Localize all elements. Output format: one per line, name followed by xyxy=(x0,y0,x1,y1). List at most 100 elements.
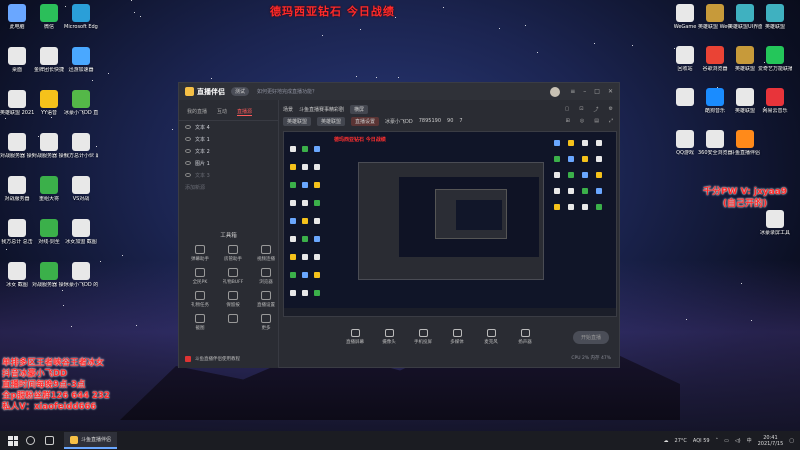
tool-item[interactable]: 弹幕助手 xyxy=(185,245,215,262)
desktop-icon[interactable]: 英雄联盟UI界面 xyxy=(728,4,762,30)
grid-icon[interactable]: ⊞ xyxy=(566,118,570,124)
desktop-icon[interactable]: 英雄联盟 2021051... xyxy=(0,90,34,116)
desktop-icon[interactable]: YY语音 xyxy=(32,90,66,116)
start-live-button[interactable]: 开始直播 xyxy=(572,330,609,344)
desktop-icon[interactable]: 英雄联盟 xyxy=(728,88,762,114)
tool-item[interactable]: 视频连播 xyxy=(251,245,281,262)
desktop-icon[interactable]: WeGame xyxy=(668,4,702,30)
desktop-icon[interactable]: 英雄联盟 xyxy=(728,46,762,72)
tool-item[interactable]: 直播设置 xyxy=(251,291,281,308)
mobile-icon[interactable]: ▢ xyxy=(565,106,570,113)
source-item[interactable]: 文本 3 xyxy=(179,169,278,181)
desktop-icon[interactable]: 英雄联盟 WeGame版 xyxy=(698,4,732,30)
avatar[interactable] xyxy=(550,86,561,97)
media-button[interactable]: 多媒体 xyxy=(445,329,469,345)
desktop-icon[interactable]: 微信 xyxy=(32,4,66,30)
scene-tag[interactable]: 横屏 xyxy=(350,104,369,114)
settings-icon[interactable]: ⚙ xyxy=(609,106,613,113)
eye-icon[interactable] xyxy=(185,149,191,153)
tool-item[interactable]: 截图 xyxy=(185,314,215,331)
volume-icon[interactable]: ◁) xyxy=(735,438,741,444)
preview-canvas[interactable]: 德玛西亚钻石 今日战绩 xyxy=(283,131,617,317)
source-item[interactable]: 文本 2 xyxy=(179,145,278,157)
desktop-icon[interactable]: QQ游戏 xyxy=(668,130,702,156)
desktop-icon[interactable]: Microsoft Edge xyxy=(64,4,98,30)
desktop-icon[interactable]: 回收站 xyxy=(668,46,702,72)
desktop-icon[interactable]: 对战服务器 操作开团... xyxy=(32,262,66,288)
tool-item[interactable]: 礼物BUFF xyxy=(218,268,248,285)
eye-icon[interactable] xyxy=(185,161,191,165)
category-1[interactable]: 英雄联盟 xyxy=(283,116,312,126)
desktop-icon[interactable]: 此电脑 xyxy=(0,4,34,30)
desktop-icon[interactable]: 英雄联盟 xyxy=(758,4,792,30)
share-icon[interactable]: ⤴ xyxy=(594,106,599,113)
layers-icon[interactable]: ▤ xyxy=(594,118,599,124)
clock[interactable]: 20:41 2021/7/15 xyxy=(758,435,784,447)
desktop-icon[interactable]: 网易云音乐 xyxy=(758,88,792,114)
maximize-icon[interactable]: □ xyxy=(594,88,600,95)
desktop-icon[interactable]: 冰豪录屏工具 xyxy=(758,210,792,236)
eye-icon[interactable] xyxy=(185,173,191,177)
live-settings-button[interactable]: 直播设置 xyxy=(351,116,380,126)
desktop-icon[interactable]: 冰女加盟 截图 xyxy=(64,219,98,245)
desktop-icon[interactable] xyxy=(668,88,702,108)
camera-button[interactable]: 摄像头 xyxy=(377,329,401,345)
weather-temp[interactable]: 27°C xyxy=(675,438,687,444)
desktop-icon[interactable]: 对战服务器 操作开团... xyxy=(0,133,34,159)
taskbar-app-live-companion[interactable]: 斗鱼直播伴侣 xyxy=(64,432,118,449)
fullscreen-icon[interactable]: ⤢ xyxy=(609,118,613,124)
notification-icon[interactable]: ▢ xyxy=(789,438,794,444)
tool-item[interactable]: 浏览器 xyxy=(251,268,281,285)
source-item[interactable]: 文本 4 xyxy=(179,121,278,133)
version-badge[interactable]: 测试 xyxy=(231,87,250,96)
desktop-icon[interactable]: 斗鱼直播伴侣 xyxy=(728,130,762,156)
tool-item[interactable]: 房管助手 xyxy=(218,245,248,262)
tab-sources[interactable]: 直播源 xyxy=(237,108,253,116)
desktop-icon[interactable]: 冰豪小飞DD 的刷屏... xyxy=(64,262,98,288)
notice-link[interactable]: 如何更好地完成直播功能？ xyxy=(257,88,550,95)
aqi[interactable]: AQI 59 xyxy=(693,438,710,444)
network-icon[interactable]: ▭ xyxy=(724,438,729,444)
tool-item[interactable]: 保留按 xyxy=(218,291,248,308)
eye-icon[interactable] xyxy=(185,137,191,141)
tab-interact[interactable]: 互动 xyxy=(217,108,227,116)
minimize-icon[interactable]: – xyxy=(583,88,586,95)
desktop-icon[interactable]: VS对战 xyxy=(64,176,98,202)
desktop-icon[interactable]: 冰女 截图 xyxy=(0,262,34,288)
desktop-icon[interactable]: 360安全浏览器 xyxy=(698,130,732,156)
screen-capture-button[interactable]: 直播屏幕 xyxy=(343,329,367,345)
task-view-icon[interactable] xyxy=(45,436,54,445)
record-icon[interactable]: ◎ xyxy=(580,118,584,124)
scene-name[interactable]: 斗鱼直播赛事精彩剧 xyxy=(299,106,344,113)
desktop-icon[interactable]: 冰豪小飞DD 直播_英雄... xyxy=(64,90,98,116)
desktop-icon[interactable]: 重组大将 xyxy=(32,176,66,202)
start-icon[interactable] xyxy=(8,435,18,446)
search-icon[interactable] xyxy=(26,436,35,445)
desktop-icon[interactable]: 对战服务器 xyxy=(0,176,34,202)
desktop-icon[interactable]: 金牌团长快捷 xyxy=(32,47,66,73)
desktop-icon[interactable]: 酷狗音乐 xyxy=(698,88,732,114)
chevron-up-icon[interactable]: ˄ xyxy=(716,438,719,444)
tool-item[interactable]: 全民PK xyxy=(185,268,215,285)
ime-indicator[interactable]: 中 xyxy=(747,437,752,444)
desktop-icon[interactable]: 我方总计小伙 最后一波开团 xyxy=(64,133,98,159)
desktop-icon[interactable]: 对线·剑圣 xyxy=(32,219,66,245)
eye-icon[interactable] xyxy=(185,125,191,129)
lock-icon[interactable]: ⊡ xyxy=(579,106,583,113)
close-icon[interactable]: ✕ xyxy=(608,88,613,95)
tool-item[interactable] xyxy=(218,314,248,331)
tool-item[interactable]: 更多 xyxy=(251,314,281,331)
menu-icon[interactable]: ≡ xyxy=(570,88,575,95)
category-2[interactable]: 英雄联盟 xyxy=(317,116,346,126)
desktop-icon[interactable]: 对战服务器 操作开团... xyxy=(32,133,66,159)
speaker-button[interactable]: 扬声器 xyxy=(513,329,537,345)
source-item[interactable]: 文本 1 xyxy=(179,133,278,145)
tutorial-link[interactable]: 斗鱼直播伴侣使用教程 xyxy=(185,356,240,362)
desktop-icon[interactable]: 谷歌浏览器 xyxy=(698,46,732,72)
weather-icon[interactable]: ☁ xyxy=(664,438,669,444)
desktop-icon[interactable]: 迅游加速器 xyxy=(64,47,98,73)
tab-my-live[interactable]: 我的直播 xyxy=(187,108,207,116)
desktop-icon[interactable]: 我方总计 总击 xyxy=(0,219,34,245)
add-source-button[interactable]: 添加新源 xyxy=(179,181,278,193)
desktop-icon[interactable]: 爱奇艺万能联播 xyxy=(758,46,792,72)
